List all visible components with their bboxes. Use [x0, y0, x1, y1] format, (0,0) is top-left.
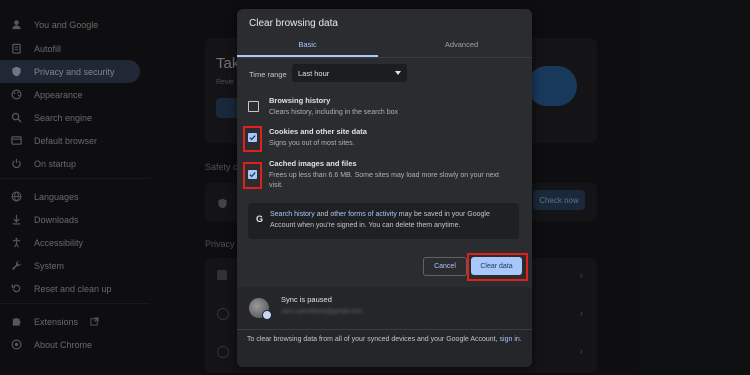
account-email: sam.samstfishe@gmail.com — [281, 308, 363, 315]
clear-browsing-data-dialog: Clear browsing data Basic Advanced Time … — [237, 9, 532, 367]
google-g-icon: G — [256, 214, 264, 224]
option-title: Cached images and files — [269, 159, 357, 168]
avatar — [249, 298, 272, 320]
sync-note: To clear browsing data from all of your … — [247, 334, 527, 346]
browsing-history-option: Browsing history Clears history, includi… — [269, 96, 514, 118]
info-text-part: and — [314, 211, 331, 218]
cookies-checkbox[interactable] — [248, 133, 257, 142]
time-range-value: Last hour — [298, 68, 330, 78]
clear-data-button[interactable]: Clear data — [471, 257, 522, 275]
cancel-button[interactable]: Cancel — [423, 257, 467, 276]
time-range-select[interactable]: Last hour — [292, 64, 407, 82]
tab-basic[interactable]: Basic — [237, 40, 378, 56]
sync-section: Sync is paused sam.samstfishe@gmail.com … — [237, 287, 532, 367]
dialog-title: Clear browsing data — [249, 18, 338, 29]
sync-note-text: To clear browsing data from all of your … — [247, 336, 500, 343]
info-text: Search history and other forms of activi… — [270, 209, 515, 231]
time-range-label: Time range — [249, 70, 287, 79]
checkmark-icon — [249, 172, 256, 178]
sign-in-link[interactable]: sign in. — [500, 336, 522, 343]
google-activity-info: G Search history and other forms of acti… — [248, 203, 519, 239]
tab-advanced[interactable]: Advanced — [391, 40, 532, 56]
browsing-history-checkbox[interactable] — [248, 101, 259, 112]
checkmark-icon — [249, 135, 256, 141]
cookies-option: Cookies and other site data Signs you ou… — [269, 127, 514, 149]
sync-status: Sync is paused — [281, 295, 332, 304]
option-title: Cookies and other site data — [269, 127, 367, 136]
sync-paused-badge — [262, 310, 272, 320]
cached-images-option: Cached images and files Frees up less th… — [269, 159, 514, 191]
search-history-link[interactable]: Search history — [270, 211, 315, 218]
other-activity-link[interactable]: other forms of activity — [330, 211, 397, 218]
sync-divider — [237, 329, 532, 330]
option-title: Browsing history — [269, 96, 331, 105]
cached-images-checkbox[interactable] — [248, 170, 257, 179]
caret-down-icon — [395, 71, 401, 75]
option-subtitle: Frees up less than 6.6 MB. Some sites ma… — [269, 172, 499, 189]
tab-divider — [237, 57, 532, 58]
option-subtitle: Clears history, including in the search … — [269, 109, 399, 116]
option-subtitle: Signs you out of most sites. — [269, 140, 355, 147]
